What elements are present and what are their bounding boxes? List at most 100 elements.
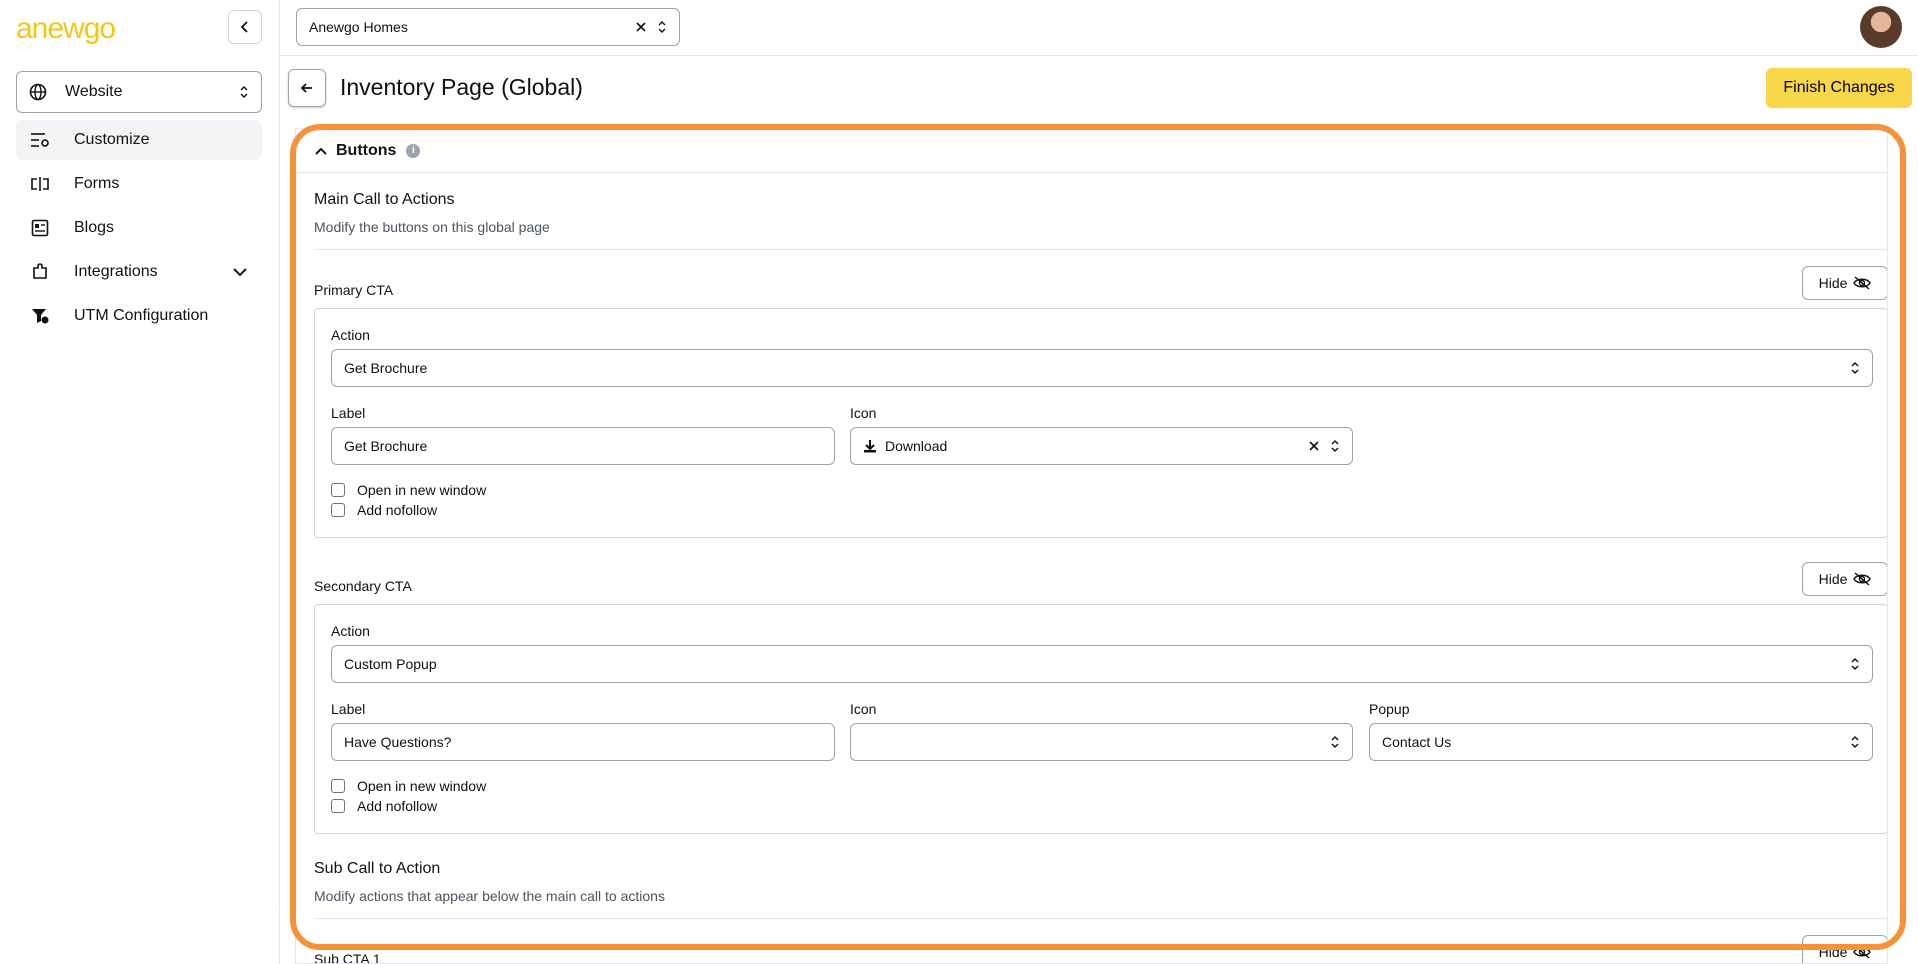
sub-cta-1-hide-button[interactable]: Hide <box>1802 935 1887 963</box>
secondary-label-input[interactable]: Have Questions? <box>331 723 835 761</box>
site-type-select[interactable]: Website <box>16 71 262 113</box>
primary-hide-button[interactable]: Hide <box>1802 266 1887 300</box>
secondary-popup-select[interactable]: Contact Us <box>1369 723 1873 761</box>
label-label: Label <box>331 701 366 717</box>
chevron-up-icon <box>315 147 327 155</box>
chevron-left-icon <box>240 21 248 33</box>
divider <box>314 249 1887 250</box>
sub-cta-1-label: Sub CTA 1 <box>314 951 381 964</box>
checkbox-label: Add nofollow <box>357 798 438 814</box>
secondary-hide-button[interactable]: Hide <box>1802 562 1887 596</box>
select-arrows-icon <box>1851 736 1859 748</box>
secondary-action-select[interactable]: Custom Popup <box>331 645 1873 683</box>
add-nofollow-checkbox[interactable] <box>331 503 345 517</box>
sidebar-item-integrations[interactable]: Integrations <box>16 252 262 292</box>
sidebar-item-label: Forms <box>74 175 120 192</box>
sidebar-item-customize[interactable]: Customize <box>16 120 262 160</box>
section-description: Modify actions that appear below the mai… <box>314 888 665 904</box>
secondary-icon-select[interactable] <box>850 723 1353 761</box>
select-arrows-icon <box>1851 362 1859 374</box>
sidebar-item-label: Integrations <box>74 263 158 280</box>
builder-select-value: Anewgo Homes <box>309 19 408 35</box>
icon-label: Icon <box>850 701 877 717</box>
select-arrows-icon <box>1331 440 1339 452</box>
primary-action-select[interactable]: Get Brochure <box>331 349 1873 387</box>
customize-icon <box>30 130 50 150</box>
main-cta-section: Main Call to Actions Modify the buttons … <box>314 191 1887 235</box>
sidebar-item-label: Blogs <box>74 219 115 236</box>
collapse-sidebar-button[interactable] <box>228 10 262 44</box>
checkbox-label: Open in new window <box>357 482 487 498</box>
sidebar-item-label: UTM Configuration <box>74 307 209 324</box>
primary-icon-select[interactable]: Download <box>850 427 1353 465</box>
eye-off-icon <box>1853 572 1872 586</box>
checkbox-label: Open in new window <box>357 778 487 794</box>
eye-off-icon <box>1853 276 1872 290</box>
hide-label: Hide <box>1818 275 1848 291</box>
site-type-value: Website <box>65 83 123 100</box>
action-label: Action <box>331 623 370 639</box>
icon-label: Icon <box>850 405 877 421</box>
section-title: Main Call to Actions <box>314 191 455 208</box>
action-label: Action <box>331 327 370 343</box>
divider <box>314 918 1887 919</box>
secondary-popup-value: Contact Us <box>1382 734 1452 750</box>
secondary-cta-box: Action Custom Popup Label Have Questions… <box>314 604 1887 834</box>
blogs-icon <box>30 218 50 238</box>
buttons-panel-header[interactable]: Buttons i <box>296 129 1887 173</box>
clear-icon[interactable] <box>635 21 647 33</box>
sub-cta-section: Sub Call to Action Modify actions that a… <box>314 860 1887 904</box>
hide-label: Hide <box>1818 944 1848 960</box>
primary-icon-value: Download <box>885 438 948 454</box>
eye-off-icon <box>1853 945 1872 959</box>
info-icon[interactable]: i <box>406 143 421 158</box>
checkbox-label: Add nofollow <box>357 502 438 518</box>
section-title: Sub Call to Action <box>314 860 441 877</box>
back-button[interactable] <box>288 69 326 107</box>
select-arrows-icon <box>240 86 248 98</box>
hide-label: Hide <box>1818 571 1848 587</box>
sidebar-item-forms[interactable]: Forms <box>16 164 262 204</box>
arrow-left-icon <box>300 83 312 93</box>
open-new-window-checkbox[interactable] <box>331 483 345 497</box>
integrations-icon <box>30 262 50 282</box>
page-title: Inventory Page (Global) <box>340 74 583 100</box>
top-bar: Anewgo Homes <box>280 0 1918 56</box>
sidebar: anewgo Website Customize Forms Blogs Int… <box>0 0 280 964</box>
anewgo-logo[interactable]: anewgo <box>16 12 116 46</box>
add-nofollow-option[interactable]: Add nofollow <box>331 798 437 814</box>
sidebar-item-label: Customize <box>74 131 150 148</box>
primary-label-input[interactable]: Get Brochure <box>331 427 835 465</box>
label-label: Label <box>331 405 366 421</box>
user-avatar[interactable] <box>1860 6 1902 48</box>
select-arrows-icon <box>1851 658 1859 670</box>
section-description: Modify the buttons on this global page <box>314 219 550 235</box>
download-icon <box>864 440 876 453</box>
open-new-window-option[interactable]: Open in new window <box>331 778 486 794</box>
secondary-action-value: Custom Popup <box>344 656 437 672</box>
open-new-window-checkbox[interactable] <box>331 779 345 793</box>
select-arrows-icon <box>658 21 666 33</box>
open-new-window-option[interactable]: Open in new window <box>331 482 486 498</box>
select-arrows-icon <box>1331 736 1339 748</box>
secondary-label-value: Have Questions? <box>344 734 452 750</box>
globe-icon <box>29 83 47 101</box>
sidebar-item-utm[interactable]: UTM Configuration <box>16 296 262 336</box>
primary-cta-label: Primary CTA <box>314 282 394 298</box>
chevron-down-icon <box>233 268 247 277</box>
primary-action-value: Get Brochure <box>344 360 428 376</box>
buttons-panel: Buttons i Main Call to Actions Modify th… <box>295 128 1888 964</box>
sidebar-nav: Customize Forms Blogs Integrations UTM C… <box>16 120 262 340</box>
popup-label: Popup <box>1369 701 1410 717</box>
clear-icon[interactable] <box>1308 440 1320 452</box>
primary-cta-box: Action Get Brochure Label Get Brochure I… <box>314 308 1887 538</box>
panel-title: Buttons <box>336 141 397 159</box>
add-nofollow-option[interactable]: Add nofollow <box>331 502 437 518</box>
finish-changes-button[interactable]: Finish Changes <box>1766 68 1912 108</box>
sidebar-item-blogs[interactable]: Blogs <box>16 208 262 248</box>
primary-label-value: Get Brochure <box>344 438 428 454</box>
builder-select[interactable]: Anewgo Homes <box>296 8 680 46</box>
add-nofollow-checkbox[interactable] <box>331 799 345 813</box>
secondary-cta-label: Secondary CTA <box>314 578 412 594</box>
forms-icon <box>30 174 50 194</box>
